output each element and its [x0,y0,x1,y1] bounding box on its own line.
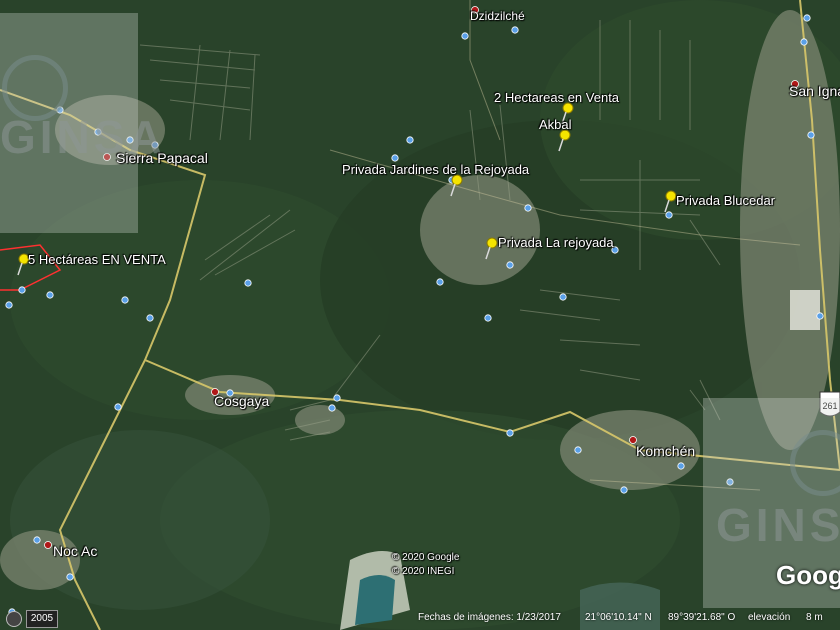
elevation-label: elevación [748,612,791,623]
elevation-value: 8 m [806,612,823,623]
place-komchen[interactable]: Komchén [636,443,695,459]
watermark-right-text: GINS [716,499,840,551]
placemark-blucedar[interactable]: Privada Blucedar [676,193,775,208]
attribution-google: © 2020 Google [392,552,460,563]
placemark-rejoyada[interactable]: Privada La rejoyada [498,235,614,250]
attribution-inegi: © 2020 INEGI [392,566,455,577]
place-dzidzilche[interactable]: Dzidzilché [470,9,525,23]
placemark-2-hectareas[interactable]: 2 Hectareas en Venta [494,90,619,105]
longitude-readout: 89°39'21.68" O [668,612,736,623]
place-sierra-papacal[interactable]: Sierra Papacal [116,150,208,166]
place-cosgaya[interactable]: Cosgaya [214,393,269,409]
latitude-readout: 21°06'10.14" N [585,612,652,623]
placemark-jardines[interactable]: Privada Jardines de la Rejoyada [342,162,529,177]
google-logo: Goog [776,560,840,590]
placemark-akbal[interactable]: Akbal [539,117,572,132]
place-san-ignacio[interactable]: San Igna [789,83,840,99]
historical-year-button[interactable]: 2005 [26,610,58,628]
placemark-5-hectareas[interactable]: 5 Hectáreas EN VENTA [28,252,166,267]
imagery-date: Fechas de imágenes: 1/23/2017 [418,612,561,623]
place-noc-ac[interactable]: Noc Ac [53,543,97,559]
historical-imagery-clock-icon[interactable] [6,611,22,627]
